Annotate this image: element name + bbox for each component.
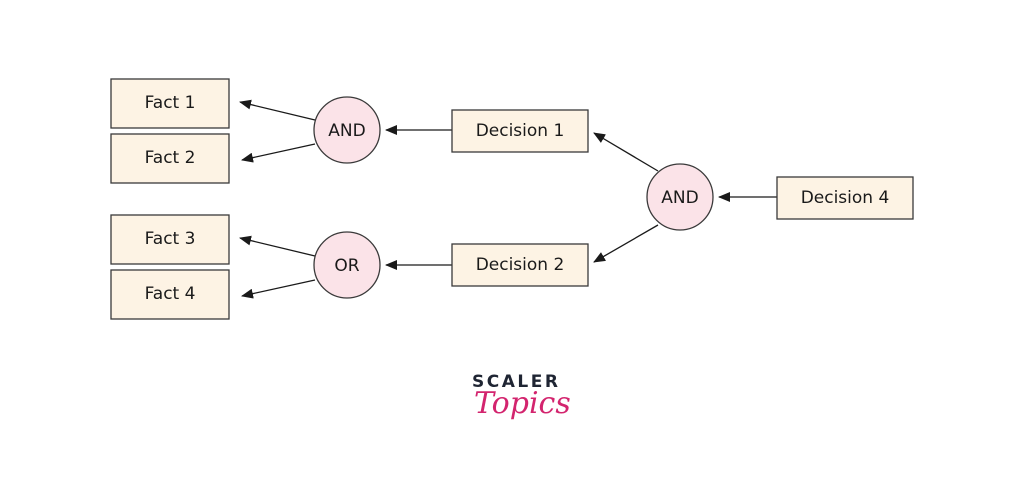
fact-3-label: Fact 3 — [145, 229, 196, 249]
and-gate-top: AND — [313, 96, 381, 164]
fact-3-node: Fact 3 — [110, 214, 230, 265]
fact-4-label: Fact 4 — [145, 284, 196, 304]
fact-2-label: Fact 2 — [145, 148, 196, 168]
edge-or-to-fact3 — [239, 235, 316, 257]
logo-topics-text: Topics — [474, 386, 571, 421]
decision-2-node: Decision 2 — [451, 243, 589, 287]
and-gate-right: AND — [646, 163, 714, 231]
edge-or-to-fact4 — [241, 279, 316, 299]
decision-2-label: Decision 2 — [476, 255, 565, 275]
decision-diagram: Fact 1 Fact 2 Fact 3 Fact 4 AND OR AND D… — [110, 78, 914, 320]
and-gate-right-label: AND — [661, 188, 698, 208]
or-gate: OR — [313, 231, 381, 299]
edge-and-to-decision2 — [593, 224, 659, 263]
edge-and-to-fact2 — [241, 143, 316, 163]
and-gate-top-label: AND — [328, 121, 365, 141]
or-gate-label: OR — [334, 256, 359, 276]
fact-2-node: Fact 2 — [110, 133, 230, 184]
decision-4-label: Decision 4 — [801, 188, 890, 208]
edge-and-to-decision1 — [593, 132, 659, 172]
scaler-topics-logo: SCALER Topics — [462, 372, 572, 421]
fact-1-node: Fact 1 — [110, 78, 230, 129]
fact-4-node: Fact 4 — [110, 269, 230, 320]
decision-1-node: Decision 1 — [451, 109, 589, 153]
edge-and-to-fact1 — [239, 99, 316, 121]
decision-4-node: Decision 4 — [776, 176, 914, 220]
fact-1-label: Fact 1 — [145, 93, 196, 113]
decision-1-label: Decision 1 — [476, 121, 565, 141]
